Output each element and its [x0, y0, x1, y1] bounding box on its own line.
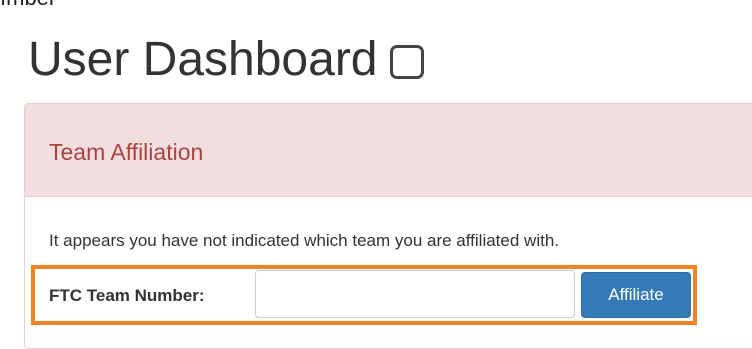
team-number-form: FTC Team Number: Affiliate: [31, 265, 697, 325]
panel-heading: Team Affiliation: [25, 104, 752, 197]
panel-title: Team Affiliation: [49, 139, 204, 165]
team-number-input[interactable]: [255, 270, 575, 318]
affiliation-notice: It appears you have not indicated which …: [49, 231, 559, 250]
team-number-label: FTC Team Number:: [49, 286, 205, 305]
clipped-label: ımber: [0, 0, 56, 10]
page-title-text: User Dashboard: [28, 33, 378, 86]
team-affiliation-panel: Team Affiliation It appears you have not…: [24, 103, 752, 349]
affiliate-button[interactable]: Affiliate: [581, 272, 691, 318]
page-title: User Dashboard: [28, 32, 424, 88]
checkbox-icon: [389, 45, 424, 79]
